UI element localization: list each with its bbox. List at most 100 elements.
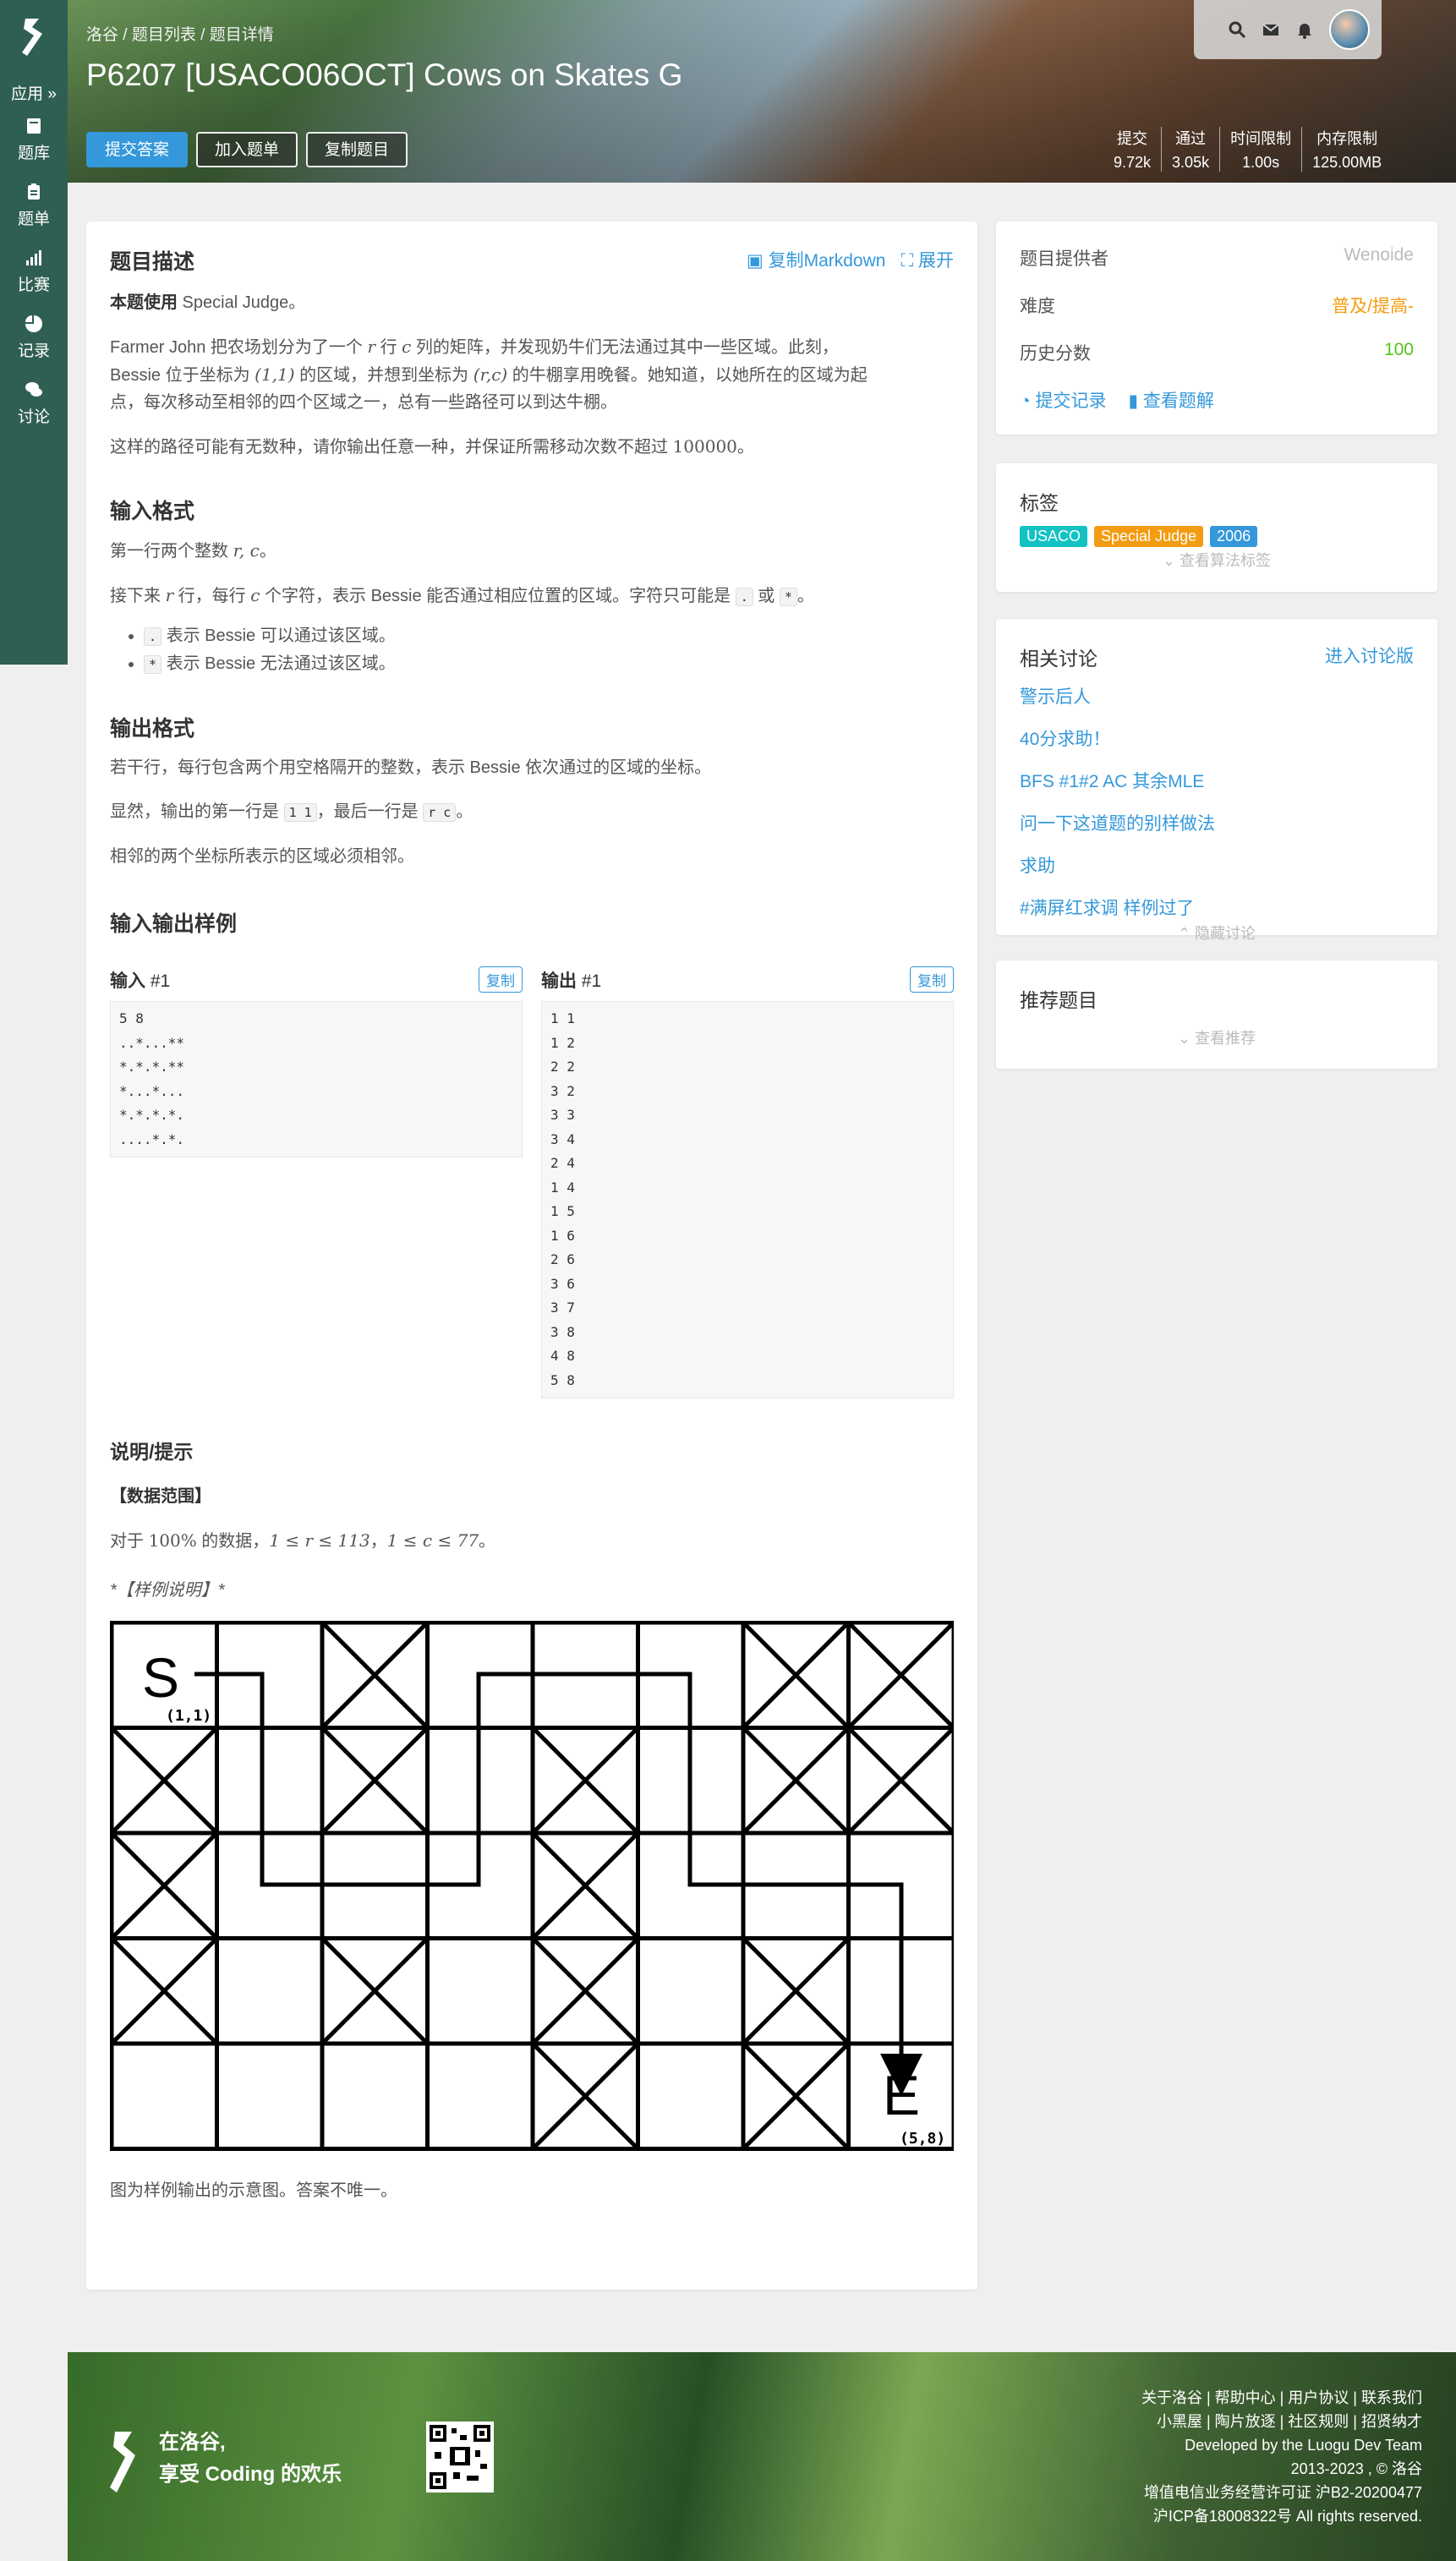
sample-title: 输入输出样例 [110, 912, 238, 936]
tag-list: USACO Special Judge 2006 [1020, 526, 1414, 547]
input-text: 接下来 [110, 587, 166, 605]
provider-value[interactable]: Wenoide [1344, 245, 1414, 271]
toggle-label: 查看推荐 [1195, 1030, 1256, 1047]
sample-input-block: 输入 #1 复制 5 8 ..*...** *.*.*.** *...*... … [110, 966, 523, 1398]
tags-card: 标签 USACO Special Judge 2006 ⌄ 查看算法标签 [996, 463, 1437, 592]
clipboard-icon [28, 183, 40, 200]
bell-icon[interactable] [1295, 20, 1314, 39]
stat-memory-limit: 内存限制 125.00MB [1301, 127, 1392, 172]
sidebar-item-label: 记录 [17, 342, 50, 360]
input-text: 第一行两个整数 [110, 542, 233, 561]
stat-value: 125.00MB [1312, 154, 1382, 171]
add-to-list-button[interactable]: 加入题单 [196, 132, 298, 167]
qr-code-icon [426, 2421, 494, 2493]
submit-answer-button[interactable]: 提交答案 [86, 132, 189, 167]
output-text: 。 [456, 802, 473, 821]
footer-links-row[interactable]: 关于洛谷 | 帮助中心 | 用户协议 | 联系我们 [1141, 2386, 1422, 2410]
list-item-text: 表示 Bessie 无法通过该区域。 [161, 654, 396, 673]
desc-text: Bessie 位于坐标为 [110, 366, 255, 385]
hint-title: 说明/提示 [110, 1441, 194, 1463]
breadcrumb-item-home[interactable]: 洛谷 [86, 26, 118, 44]
range-text: 对于 [110, 1532, 149, 1551]
sample-path-figure: S (1,1) E (5,8) [110, 1621, 954, 2151]
comments-icon [25, 382, 42, 397]
inline-code: r c [423, 803, 457, 822]
problem-info-card: 题目提供者 Wenoide 难度 普及/提高- 历史分数 100 ◔ 提交记录 … [996, 222, 1437, 435]
pie-chart-icon: ◔ [1020, 391, 1036, 411]
breadcrumb-item-current: 题目详情 [209, 26, 274, 44]
recommend-card: 推荐题目 ⌄ 查看推荐 [996, 960, 1437, 1069]
desc-text: 的区域，并想到坐标为 [294, 366, 473, 385]
show-recommend-toggle[interactable]: ⌄ 查看推荐 [1020, 1026, 1414, 1048]
sample-input-code: 5 8 ..*...** *.*.*.** *...*... *.*.*.*. … [110, 1001, 523, 1157]
copy-problem-button[interactable]: 复制题目 [306, 132, 408, 167]
slogan-line: 在洛谷, [159, 2431, 226, 2454]
range-text: ， [369, 1532, 387, 1551]
sidebar-item-problems[interactable]: 题库 [0, 117, 68, 163]
footer-links: 关于洛谷 | 帮助中心 | 用户协议 | 联系我们 小黑屋 | 陶片放逐 | 社… [1141, 2386, 1422, 2528]
mail-icon[interactable] [1262, 20, 1280, 39]
math-end-coord: (r,c) [473, 364, 508, 385]
math-r: r [165, 585, 174, 605]
avatar[interactable] [1329, 9, 1370, 50]
show-algorithm-tags-toggle[interactable]: ⌄ 查看算法标签 [1020, 549, 1414, 571]
range-title: 【数据范围】 [110, 1483, 954, 1510]
range-text: 。 [479, 1532, 496, 1551]
discussions-title: 相关讨论 [1020, 648, 1097, 670]
score-label: 历史分数 [1020, 344, 1091, 364]
expand-link[interactable]: ⛶ 展开 [900, 247, 954, 272]
copy-markdown-link[interactable]: ▣ 复制Markdown [747, 247, 886, 272]
discussion-item[interactable]: 警示后人 [1020, 683, 1414, 709]
solutions-link-label: 查看题解 [1142, 391, 1214, 411]
copy-output-button[interactable]: 复制 [910, 966, 954, 993]
sidebar-item-lists[interactable]: 题单 [0, 183, 68, 229]
expand-icon: ⛶ [900, 251, 918, 271]
output-paragraph: 相邻的两个坐标所表示的区域必须相邻。 [110, 847, 414, 866]
discussion-item[interactable]: 求助 [1020, 852, 1414, 878]
sample-output-label-text: 输出 [541, 971, 577, 991]
score-row: 历史分数 100 [1020, 340, 1414, 365]
sidebar-item-label: 题库 [17, 145, 50, 162]
user-toolbar [1194, 0, 1382, 59]
range-text: 的数据， [196, 1532, 270, 1551]
sidebar-item-label: 题单 [17, 211, 50, 228]
output-format-title: 输出格式 [110, 717, 195, 741]
tag-usaco[interactable]: USACO [1020, 526, 1088, 547]
footer-slogan: 在洛谷, 享受 Coding 的欢乐 [159, 2427, 342, 2491]
desc-text: 行 [375, 338, 402, 357]
sample-input-num: #1 [150, 971, 171, 991]
footer-links-row[interactable]: 小黑屋 | 陶片放逐 | 社区规则 | 招贤纳才 [1141, 2410, 1422, 2433]
sidebar-item-apps[interactable]: 应用 » [0, 81, 68, 104]
discussions-header: 相关讨论 进入讨论版 [1020, 643, 1414, 671]
enter-discussion-link[interactable]: 进入讨论版 [1325, 643, 1414, 671]
input-text: 或 [753, 587, 780, 605]
input-text: 个字符，表示 Bessie 能否通过相应位置的区域。字符只可能是 [260, 587, 736, 605]
start-coord-label: (1,1) [166, 1707, 211, 1725]
score-value: 100 [1383, 340, 1414, 359]
breadcrumb: 洛谷 / 题目列表 / 题目详情 [86, 26, 274, 44]
sidebar-item-records[interactable]: 记录 [0, 315, 68, 361]
hide-discussions-toggle[interactable]: ⌃ 隐藏讨论 [1020, 922, 1414, 944]
sidebar-item-contests[interactable]: 比赛 [0, 249, 68, 295]
discussion-item[interactable]: #满屏红求调 样例过了 [1020, 895, 1414, 920]
description-paragraph: Farmer John 把农场划分为了一个 r 行 c 列的矩阵，并发现奶牛们无… [110, 333, 954, 416]
footer-icp: 沪ICP备18008322号 All rights reserved. [1152, 2508, 1422, 2525]
bar-chart-icon [26, 250, 41, 265]
luogu-logo-icon[interactable] [14, 15, 54, 59]
copy-input-button[interactable]: 复制 [479, 966, 523, 993]
discussion-item[interactable]: BFS #1#2 AC 其余MLE [1020, 768, 1414, 793]
tag-special-judge[interactable]: Special Judge [1094, 526, 1204, 547]
tag-year[interactable]: 2006 [1210, 526, 1258, 547]
description-paragraph: 这样的路径可能有无数种，请你输出任意一种，并保证所需移动次数不超过 100000… [110, 433, 954, 461]
desc-text: Farmer John 把农场划分为了一个 [110, 338, 368, 357]
breadcrumb-item-list[interactable]: 题目列表 [132, 26, 196, 44]
markdown-icon: ▣ [746, 251, 769, 271]
solutions-link[interactable]: ▮ 查看题解 [1129, 387, 1214, 413]
sidebar-item-discuss[interactable]: 讨论 [0, 380, 68, 427]
records-link[interactable]: ◔ 提交记录 [1020, 387, 1107, 413]
discussion-item[interactable]: 问一下这道题的别样做法 [1020, 810, 1414, 835]
discussion-item[interactable]: 40分求助！ [1020, 725, 1414, 751]
problem-card: 题目描述 ▣ 复制Markdown ⛶ 展开 本题使用 Special Judg… [86, 222, 977, 2290]
math-r: r [367, 337, 376, 357]
search-icon[interactable] [1228, 20, 1246, 39]
